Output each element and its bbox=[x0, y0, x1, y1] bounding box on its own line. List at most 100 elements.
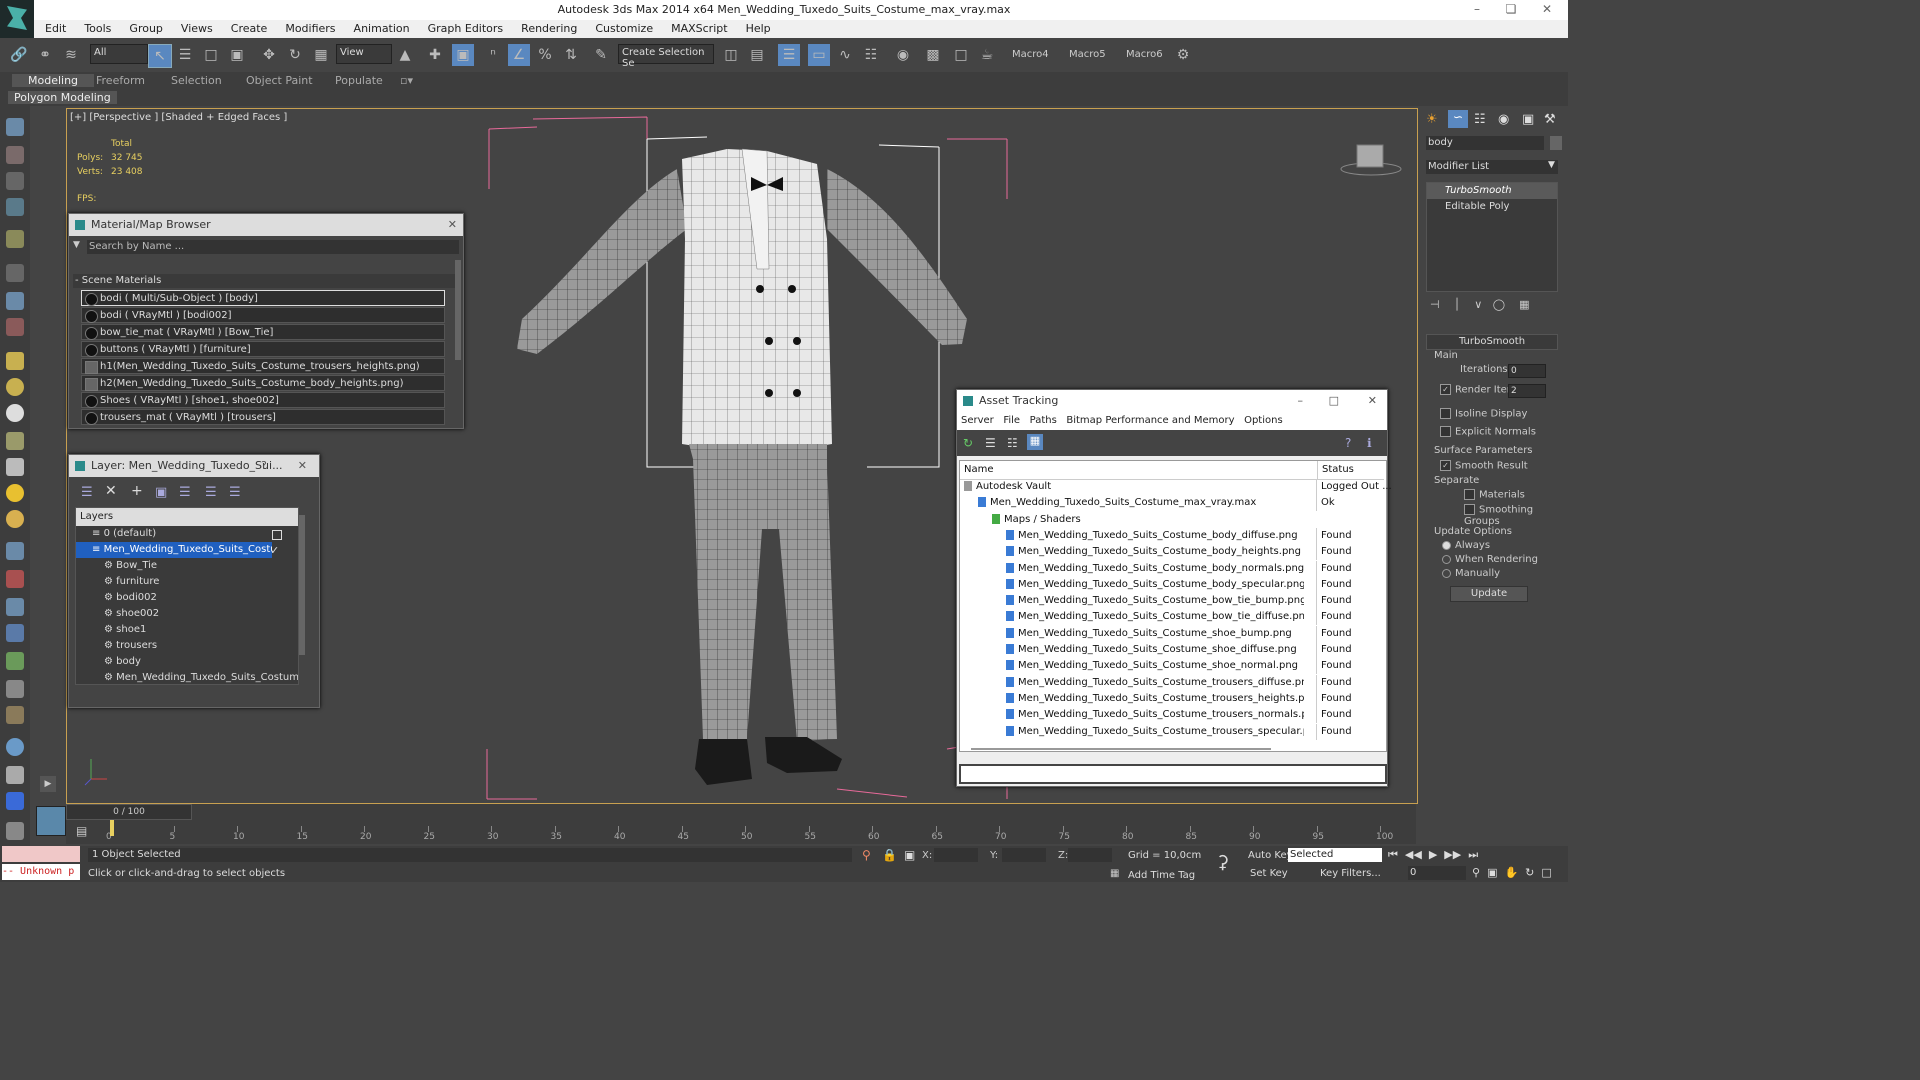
menu-group[interactable]: Group bbox=[120, 20, 172, 37]
named-selection-dropdown[interactable]: Create Selection Se bbox=[618, 44, 714, 69]
list-icon[interactable] bbox=[6, 172, 24, 190]
align-icon[interactable]: ▤ bbox=[746, 44, 768, 66]
tree-view-icon[interactable]: ☷ bbox=[1007, 436, 1018, 450]
material-item[interactable]: Shoes ( VRayMtl ) [shoe1, shoe002] bbox=[81, 392, 445, 408]
shapes-icon[interactable] bbox=[6, 432, 24, 450]
play-icon[interactable]: ▶ bbox=[1429, 848, 1437, 861]
object-row[interactable]: ⚙ shoe002 bbox=[76, 606, 298, 622]
smooth-result-checkbox[interactable]: ✓ Smooth Result bbox=[1440, 460, 1528, 472]
menu-views[interactable]: Views bbox=[172, 20, 222, 37]
close-icon[interactable]: ✕ bbox=[298, 455, 307, 477]
y-coord-field[interactable] bbox=[1002, 848, 1046, 862]
help-icon[interactable]: ? bbox=[1345, 436, 1351, 450]
cone-icon[interactable] bbox=[6, 458, 24, 476]
snap-toggle-icon[interactable]: ⁿ bbox=[482, 44, 504, 66]
polygon-modeling-tab[interactable]: Polygon Modeling bbox=[8, 91, 117, 104]
calculator-icon[interactable] bbox=[6, 822, 24, 840]
rotate-icon[interactable]: ↻ bbox=[284, 44, 306, 66]
foliage-icon[interactable] bbox=[6, 652, 24, 670]
material-item[interactable]: buttons ( VRayMtl ) [furniture] bbox=[81, 341, 445, 357]
menu-maxscript[interactable]: MAXScript bbox=[662, 20, 736, 37]
sun-icon[interactable] bbox=[6, 484, 24, 502]
menu-graph-editors[interactable]: Graph Editors bbox=[419, 20, 513, 37]
material-item[interactable]: trousers_mat ( VRayMtl ) [trousers] bbox=[81, 409, 445, 425]
asset-row[interactable]: Men_Wedding_Tuxedo_Suits_Costume_bow_tie… bbox=[960, 609, 1384, 626]
layer-explorer-icon[interactable]: ☰ bbox=[778, 44, 800, 66]
camera-icon[interactable] bbox=[6, 264, 24, 282]
set-key-button[interactable]: Set Key bbox=[1250, 868, 1288, 879]
context-help-icon[interactable]: ℹ bbox=[1367, 436, 1372, 450]
next-frame-icon[interactable]: ▶▶ bbox=[1444, 848, 1461, 861]
rendered-frame-icon[interactable]: □ bbox=[950, 44, 972, 66]
previous-frame-icon[interactable]: ◀◀ bbox=[1405, 848, 1422, 861]
box-icon[interactable] bbox=[6, 352, 24, 370]
scale-icon[interactable]: ▦ bbox=[310, 44, 332, 66]
motion-tab-icon[interactable]: ◉ bbox=[1498, 112, 1509, 127]
spinner-snap-icon[interactable]: ⇅ bbox=[560, 44, 582, 66]
smoothing-groups-checkbox[interactable]: Smoothing Groups bbox=[1464, 504, 1568, 527]
current-frame-field[interactable]: 0 bbox=[1408, 866, 1466, 880]
timeline-track[interactable]: 0 5 10 15 20 25 30 35 40 45 50 55 60 65 70 75 80 85 90 95 10… bbox=[106, 804, 1393, 844]
close-icon[interactable]: ✕ bbox=[448, 214, 457, 236]
systems-icon[interactable] bbox=[6, 598, 24, 616]
configure-sets-icon[interactable]: ▦ bbox=[1519, 298, 1529, 311]
material-item[interactable]: bodi ( Multi/Sub-Object ) [body] bbox=[81, 290, 445, 306]
update-button[interactable]: Update bbox=[1450, 586, 1528, 602]
materials-checkbox[interactable]: Materials bbox=[1464, 489, 1525, 501]
timeline[interactable]: 0 / 100 0 5 10 15 20 25 30 35 40 45 50 55 60 65 70 75 80… bbox=[66, 804, 1416, 844]
delete-layer-icon[interactable]: ✕ bbox=[105, 483, 117, 499]
asset-row[interactable]: Men_Wedding_Tuxedo_Suits_Costume_bow_tie… bbox=[960, 593, 1384, 610]
close-button[interactable]: ✕ bbox=[1536, 2, 1558, 18]
dynamics-icon[interactable] bbox=[6, 570, 24, 588]
go-to-start-icon[interactable]: ⏮ bbox=[1388, 848, 1398, 861]
cloth-icon[interactable] bbox=[6, 706, 24, 724]
asset-row[interactable]: Men_Wedding_Tuxedo_Suits_Costume_shoe_bu… bbox=[960, 625, 1384, 642]
new-layer-icon[interactable]: ☰ bbox=[81, 485, 93, 500]
object-row[interactable]: ⚙ Bow_Tie bbox=[76, 558, 298, 574]
pan-icon[interactable]: ✋ bbox=[1504, 866, 1518, 879]
render-preset-icon[interactable] bbox=[6, 792, 24, 810]
key-filters-button[interactable]: Key Filters... bbox=[1320, 868, 1381, 879]
col-name[interactable]: Name bbox=[964, 461, 994, 479]
asset-row[interactable]: Men_Wedding_Tuxedo_Suits_Costume_trouser… bbox=[960, 707, 1384, 724]
menu-rendering[interactable]: Rendering bbox=[512, 20, 586, 37]
spacewarp-icon[interactable] bbox=[6, 318, 24, 336]
highlight-layer-icon[interactable]: ☰ bbox=[179, 485, 191, 500]
helper-icon[interactable] bbox=[6, 292, 24, 310]
asset-row[interactable]: Men_Wedding_Tuxedo_Suits_Costume_body_he… bbox=[960, 544, 1384, 561]
z-coord-field[interactable] bbox=[1068, 848, 1112, 862]
add-to-layer-icon[interactable]: + bbox=[131, 483, 143, 499]
asset-row[interactable]: Men_Wedding_Tuxedo_Suits_Costume_trouser… bbox=[960, 690, 1384, 707]
expand-arrow-icon[interactable]: ▶ bbox=[40, 776, 56, 792]
tab-selection[interactable]: Selection bbox=[171, 74, 222, 87]
menu-animation[interactable]: Animation bbox=[345, 20, 419, 37]
menu-modifiers[interactable]: Modifiers bbox=[276, 20, 344, 37]
menu-create[interactable]: Create bbox=[222, 20, 277, 37]
minimize-button[interactable]: – bbox=[1466, 2, 1488, 18]
object-row[interactable]: ⚙ Men_Wedding_Tuxedo_Suits_Costume bbox=[76, 670, 298, 686]
material-search-input[interactable]: Search by Name ... bbox=[87, 240, 459, 254]
table-view-icon[interactable]: ▦ bbox=[1027, 434, 1043, 450]
bind-space-warp-icon[interactable]: ≋ bbox=[60, 44, 82, 66]
modify-tab-icon[interactable]: ∽ bbox=[1448, 110, 1468, 128]
time-tag-icon[interactable]: ▦ bbox=[1110, 868, 1119, 879]
rect-selection-icon[interactable]: □ bbox=[200, 44, 222, 66]
edit-named-selection-icon[interactable]: ✎ bbox=[590, 44, 612, 66]
curve-editor-icon[interactable]: ∿ bbox=[834, 44, 856, 66]
show-end-result-icon[interactable]: │ bbox=[1454, 298, 1461, 311]
material-item[interactable]: bow_tie_mat ( VRayMtl ) [Bow_Tie] bbox=[81, 324, 445, 340]
render-frame-icon[interactable] bbox=[6, 146, 24, 164]
object-name-field[interactable]: body bbox=[1426, 136, 1544, 150]
asset-path-field[interactable] bbox=[959, 764, 1387, 784]
col-status[interactable]: Status bbox=[1317, 461, 1390, 479]
object-row[interactable]: ⚙ furniture bbox=[76, 574, 298, 590]
globe-icon[interactable] bbox=[6, 738, 24, 756]
turbosmooth-rollout[interactable]: TurboSmooth bbox=[1426, 334, 1558, 350]
scene-icon[interactable] bbox=[6, 766, 24, 784]
macro5-button[interactable]: Macro5 bbox=[1069, 49, 1106, 60]
tab-modeling[interactable]: Modeling bbox=[12, 74, 95, 87]
material-editor-icon[interactable]: ◉ bbox=[892, 44, 914, 66]
make-unique-icon[interactable]: ∨ bbox=[1474, 298, 1482, 311]
object-color-swatch[interactable] bbox=[1550, 136, 1562, 150]
always-radio[interactable]: Always bbox=[1442, 540, 1490, 551]
